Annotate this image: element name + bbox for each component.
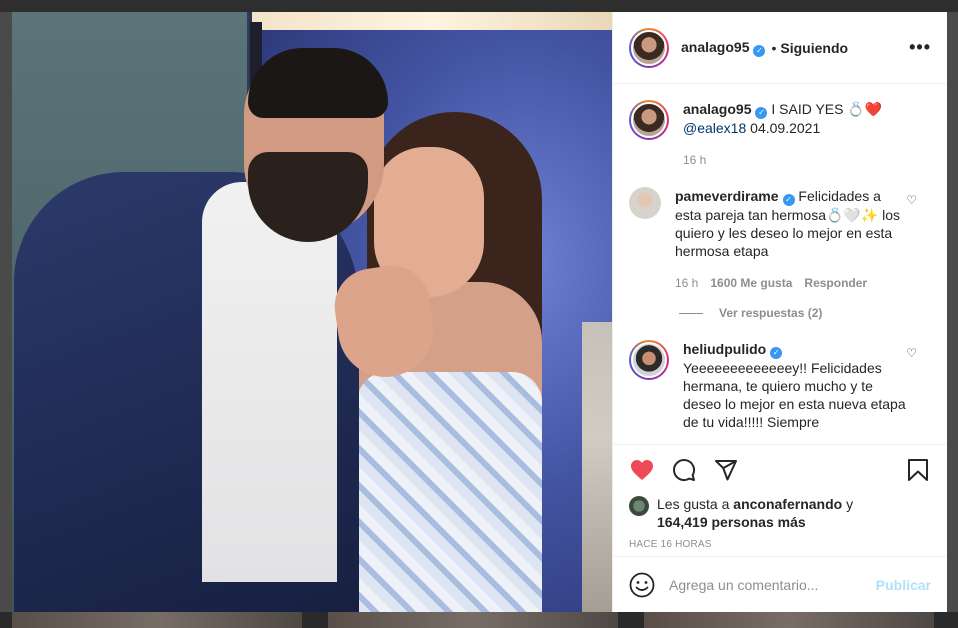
view-replies[interactable]: Ver respuestas (2) — [679, 306, 931, 320]
grid-thumbnail[interactable] — [644, 612, 934, 628]
comment-input[interactable] — [669, 576, 876, 593]
share-icon[interactable] — [713, 457, 739, 483]
liker-avatar[interactable] — [629, 496, 649, 516]
comment-user[interactable]: pameverdirame — [675, 188, 779, 204]
comment-composer: Publicar — [613, 556, 947, 612]
comment-body: pameverdirame ✓ Felicidades a esta pareja… — [675, 187, 931, 292]
author-avatar-image — [631, 29, 667, 66]
grid-thumbnail[interactable] — [12, 612, 302, 628]
caption-text: I SAID YES 💍❤️ — [771, 101, 883, 117]
comment-item: heliudpulido ✓ Yeeeeeeeeeeeeey!! Felicida… — [629, 340, 931, 431]
comments-list[interactable]: analago95 ✓ I SAID YES 💍❤️ @ealex18 04.09… — [613, 84, 947, 444]
verified-icon: ✓ — [753, 44, 766, 57]
publish-button[interactable]: Publicar — [876, 577, 931, 593]
post-photo[interactable] — [12, 12, 612, 612]
background-top — [0, 0, 958, 12]
comment-heart-icon[interactable]: ♡ — [906, 193, 917, 207]
more-icon[interactable]: ••• — [909, 37, 931, 58]
caption: analago95 ✓ I SAID YES 💍❤️ @ealex18 04.09… — [629, 100, 931, 169]
emoji-icon[interactable] — [629, 572, 655, 598]
replies-line — [679, 312, 703, 314]
view-replies-label[interactable]: Ver respuestas (2) — [719, 306, 822, 320]
author-avatar[interactable] — [629, 27, 669, 68]
caption-meta: 16 h — [683, 151, 911, 169]
comment-heart-icon[interactable]: ♡ — [906, 346, 917, 360]
photo-light — [252, 12, 612, 30]
likes-count[interactable]: 164,419 personas más — [657, 514, 806, 530]
post-header: analago95 ✓ • Siguiendo ••• — [613, 12, 947, 84]
post-timestamp[interactable]: HACE 16 HORAS — [629, 539, 931, 550]
author-name[interactable]: analago95 — [681, 39, 749, 55]
photo-flowers — [582, 322, 612, 612]
comment-meta: 16 h 1600 Me gusta Responder — [675, 274, 911, 292]
verified-icon: ✓ — [755, 107, 768, 119]
heart-icon[interactable] — [629, 457, 655, 483]
post-modal: analago95 ✓ • Siguiendo ••• analago95 ✓ I … — [12, 12, 947, 612]
comment-likes[interactable]: 1600 Me gusta — [710, 274, 792, 292]
background-grid — [0, 612, 958, 628]
commenter-avatar[interactable] — [629, 187, 661, 219]
photo-man-shirt — [202, 182, 337, 582]
save-icon[interactable] — [905, 457, 931, 483]
caption-avatar[interactable] — [629, 100, 669, 140]
likes-summary: Les gusta a anconafernando y 164,419 per… — [629, 495, 931, 531]
likes-connector: y — [846, 496, 854, 512]
commenter-avatar-image — [631, 342, 667, 378]
comment-username[interactable]: heliudpulido ✓ — [683, 341, 783, 359]
caption-avatar-image — [631, 102, 667, 138]
comment-item: pameverdirame ✓ Felicidades a esta pareja… — [629, 187, 931, 292]
comment-user[interactable]: heliudpulido — [683, 341, 766, 357]
photo-dress — [357, 372, 542, 612]
comment-username[interactable]: pameverdirame ✓ — [675, 188, 795, 206]
likes-prefix: Les gusta a — [657, 496, 730, 512]
separator-dot: • — [771, 39, 777, 56]
caption-author[interactable]: analago95 — [683, 101, 751, 117]
liker-username[interactable]: anconafernando — [733, 496, 842, 512]
verified-icon: ✓ — [770, 347, 783, 359]
likes-text: Les gusta a anconafernando y 164,419 per… — [657, 495, 853, 531]
caption-body: analago95 ✓ I SAID YES 💍❤️ @ealex18 04.09… — [683, 100, 931, 169]
post-actions: Les gusta a anconafernando y 164,419 per… — [613, 444, 947, 556]
caption-username[interactable]: analago95 ✓ — [683, 101, 768, 119]
comment-icon[interactable] — [671, 457, 697, 483]
following-button[interactable]: Siguiendo — [780, 40, 848, 56]
caption-date: 04.09.2021 — [750, 120, 821, 136]
verified-icon: ✓ — [782, 194, 795, 206]
photo-man-hair — [248, 48, 388, 118]
comment-age[interactable]: 16 h — [675, 274, 698, 292]
author-username[interactable]: analago95 ✓ — [681, 39, 766, 57]
grid-thumbnail[interactable] — [328, 612, 618, 628]
caption-age[interactable]: 16 h — [683, 151, 706, 169]
post-side-panel: analago95 ✓ • Siguiendo ••• analago95 ✓ I … — [612, 12, 947, 612]
commenter-avatar[interactable] — [629, 340, 669, 380]
comment-body: heliudpulido ✓ Yeeeeeeeeeeeeey!! Felicida… — [683, 340, 931, 431]
reply-button[interactable]: Responder — [804, 274, 867, 292]
action-icons — [629, 455, 931, 485]
caption-mention[interactable]: @ealex18 — [683, 120, 746, 136]
comment-text: Yeeeeeeeeeeeeey!! Felicidades hermana, t… — [683, 360, 906, 430]
